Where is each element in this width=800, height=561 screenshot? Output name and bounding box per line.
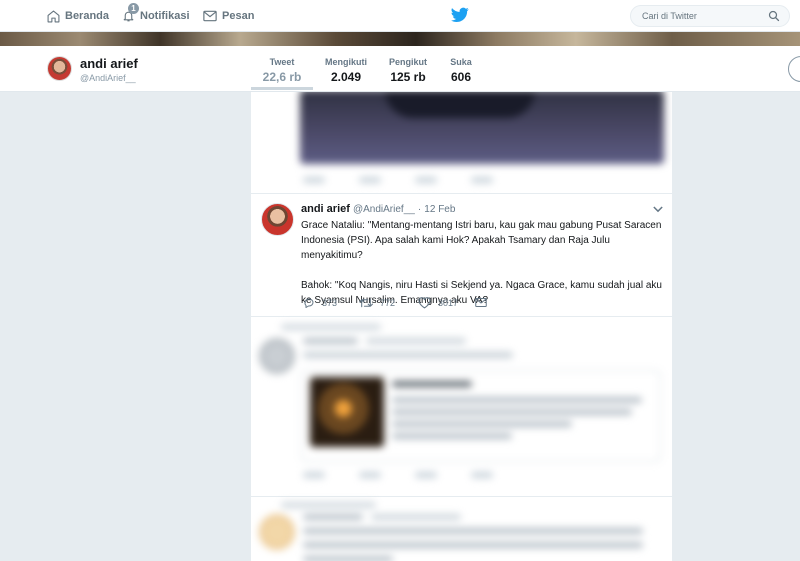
- retweet-button[interactable]: 772: [359, 297, 395, 309]
- search-input[interactable]: Cari di Twitter: [630, 5, 790, 27]
- stat-followers-label: Pengikut: [388, 57, 427, 67]
- profile-avatar[interactable]: [47, 56, 72, 81]
- profile-name[interactable]: andi arief: [80, 56, 138, 71]
- stat-likes[interactable]: Suka 606: [446, 57, 476, 84]
- direct-message-button[interactable]: [475, 297, 494, 308]
- stat-following-label: Mengikuti: [325, 57, 367, 67]
- notification-badge: 1: [128, 3, 139, 14]
- next-tweet-blurred: [251, 318, 672, 498]
- previous-tweet-actions: [303, 177, 493, 183]
- nav-messages-label: Pesan: [222, 10, 255, 22]
- stat-following[interactable]: Mengikuti 2.049: [322, 57, 370, 84]
- reply-count: 373: [322, 298, 338, 308]
- stat-likes-label: Suka: [450, 57, 472, 67]
- like-button[interactable]: 3017: [418, 297, 458, 309]
- tweet[interactable]: andi arief @AndiArief__ · 12 Feb Grace N…: [251, 194, 672, 316]
- tweet-paragraph: Grace Nataliu: "Mentang-mentang Istri ba…: [301, 220, 662, 261]
- profile-banner-image: [0, 32, 800, 46]
- active-tab-indicator: [251, 87, 313, 90]
- search-icon[interactable]: [768, 10, 780, 22]
- next-tweet-blurred: [251, 498, 672, 561]
- profile-handle: @AndiArief__: [80, 73, 136, 83]
- tweet-media: [300, 92, 664, 164]
- like-count: 3017: [438, 298, 459, 308]
- nav-notifications-label: Notifikasi: [140, 10, 190, 22]
- stat-likes-value: 606: [450, 70, 472, 84]
- nav-home-label: Beranda: [65, 10, 110, 22]
- reply-button[interactable]: 373: [303, 297, 337, 309]
- stat-tweets-label: Tweet: [269, 57, 295, 67]
- home-icon: [47, 10, 60, 22]
- nav-messages[interactable]: Pesan: [203, 0, 254, 32]
- envelope-icon: [475, 298, 487, 307]
- reply-icon: [304, 298, 314, 308]
- chevron-down-icon[interactable]: [653, 206, 663, 213]
- tweet-divider: [251, 316, 672, 317]
- stat-following-value: 2.049: [330, 70, 362, 84]
- heart-icon: [418, 297, 431, 309]
- stat-followers-value: 125 rb: [390, 70, 426, 84]
- tweet-timestamp[interactable]: 12 Feb: [424, 204, 455, 215]
- tweet-header: andi arief @AndiArief__ · 12 Feb: [301, 203, 455, 215]
- retweet-count: 772: [380, 298, 396, 308]
- nav-home[interactable]: Beranda: [47, 0, 109, 32]
- twitter-bird-icon[interactable]: [451, 7, 469, 23]
- nav-notifications[interactable]: 1 Notifikasi: [122, 0, 190, 32]
- stat-followers[interactable]: Pengikut 125 rb: [386, 57, 430, 84]
- tweet-divider: [251, 496, 672, 497]
- stat-tweets[interactable]: Tweet 22,6 rb: [262, 57, 302, 84]
- search-placeholder: Cari di Twitter: [642, 11, 697, 21]
- tweet-author-handle[interactable]: @AndiArief__: [353, 204, 415, 215]
- top-navigation-bar: Beranda 1 Notifikasi Pesan Cari di Twitt…: [0, 0, 800, 32]
- tweet-separator: ·: [417, 204, 422, 215]
- retweet-icon: [359, 298, 373, 308]
- stat-tweets-value: 22,6 rb: [262, 70, 302, 84]
- envelope-icon: [203, 10, 217, 22]
- tweet-timeline: andi arief @AndiArief__ · 12 Feb Grace N…: [251, 92, 672, 561]
- tweet-avatar[interactable]: [261, 203, 294, 236]
- tweet-author-name[interactable]: andi arief: [301, 203, 350, 215]
- profile-navigation: andi arief @AndiArief__ Tweet 22,6 rb Me…: [0, 46, 800, 92]
